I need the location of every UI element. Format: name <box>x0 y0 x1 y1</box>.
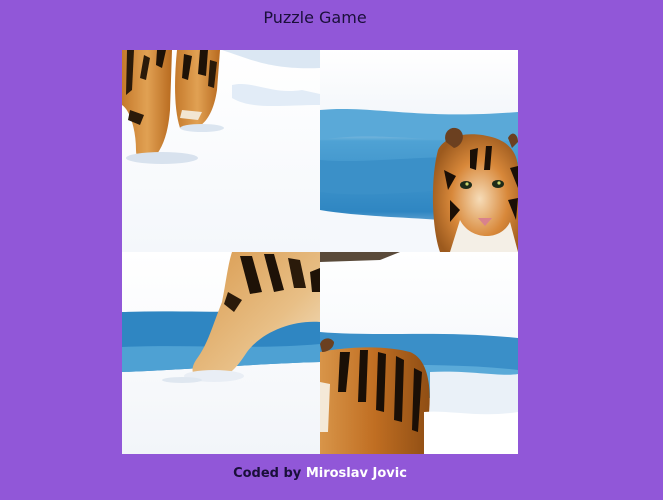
game-title: Puzzle Game <box>263 8 367 27</box>
tile-4-image <box>320 252 518 454</box>
footer-prefix: Coded by <box>233 466 302 481</box>
puzzle-tile-3[interactable] <box>122 252 320 454</box>
puzzle-board <box>122 50 518 454</box>
puzzle-tile-2[interactable] <box>320 50 518 252</box>
tile-1-image <box>122 50 320 252</box>
footer-credit: Coded by Miroslav Jovic <box>0 466 640 481</box>
tile-3-image <box>122 252 320 454</box>
tile-2-image <box>320 50 518 252</box>
puzzle-tile-1[interactable] <box>122 50 320 252</box>
author-link[interactable]: Miroslav Jovic <box>306 466 407 481</box>
puzzle-tile-4[interactable] <box>320 252 518 454</box>
